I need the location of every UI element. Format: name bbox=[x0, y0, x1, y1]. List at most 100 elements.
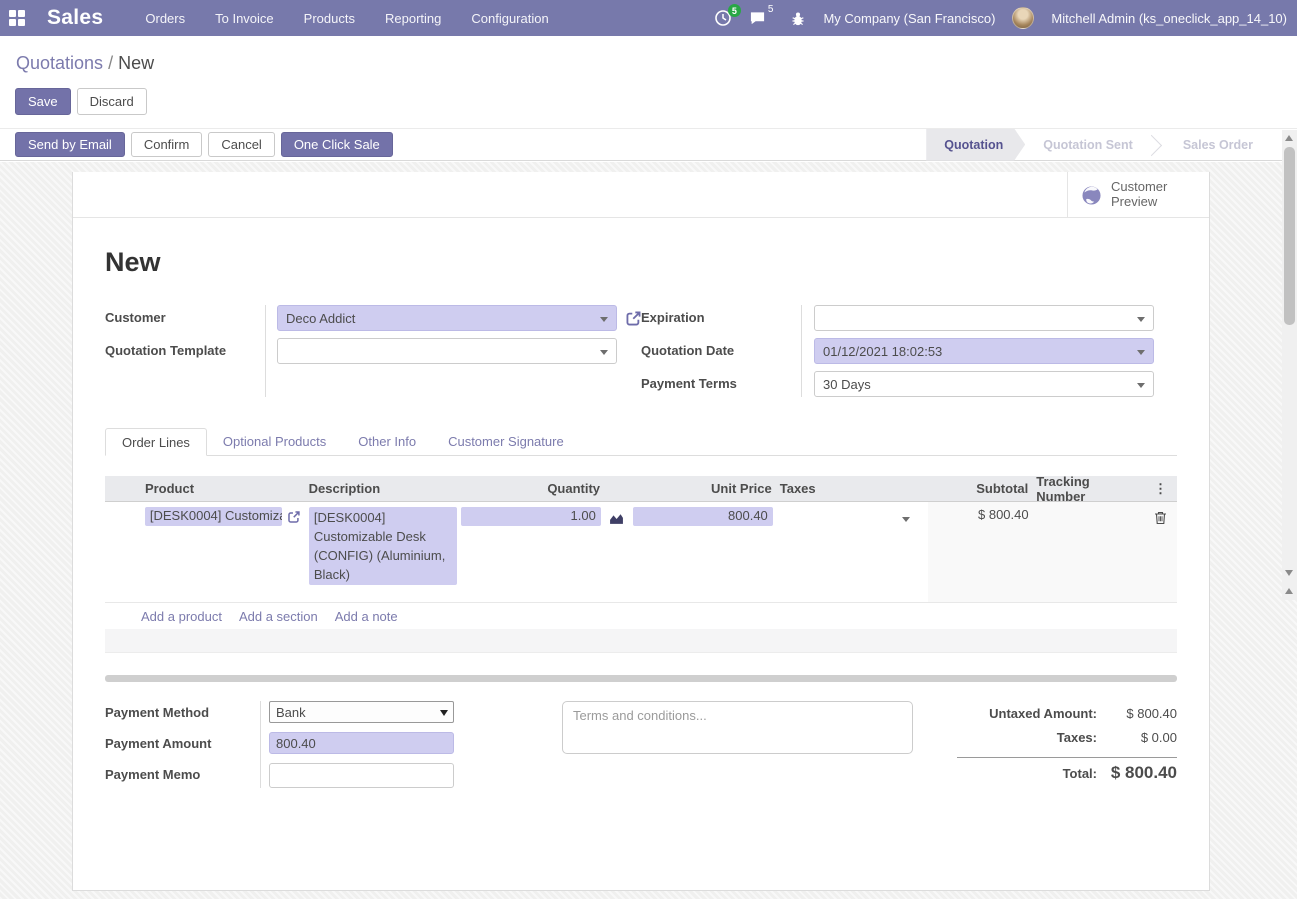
messages-icon[interactable]: 5 bbox=[749, 10, 774, 26]
notebook-tabs: Order Lines Optional Products Other Info… bbox=[105, 428, 1177, 456]
menu-orders[interactable]: Orders bbox=[145, 11, 185, 26]
add-a-note-link[interactable]: Add a note bbox=[335, 609, 398, 624]
tab-optional-products[interactable]: Optional Products bbox=[207, 428, 342, 455]
tracking-number-cell[interactable] bbox=[1033, 502, 1145, 602]
quotation-date-label: Quotation Date bbox=[641, 338, 802, 364]
customer-preview-label: Customer Preview bbox=[1111, 180, 1181, 210]
status-sales-order[interactable]: Sales Order bbox=[1165, 129, 1271, 161]
form-view-background: Customer Preview New Customer Deco Addic… bbox=[0, 162, 1297, 899]
description-cell[interactable]: [DESK0004] Customizable Desk (CONFIG) (A… bbox=[309, 507, 457, 585]
caret-down-icon bbox=[600, 317, 608, 322]
add-a-product-link[interactable]: Add a product bbox=[141, 609, 222, 624]
menu-to-invoice[interactable]: To Invoice bbox=[215, 11, 274, 26]
caret-down-icon bbox=[902, 517, 910, 522]
open-product-record-icon[interactable] bbox=[287, 510, 301, 524]
order-lines-table: Product Description Quantity Unit Price … bbox=[105, 476, 1177, 682]
expiration-label: Expiration bbox=[641, 305, 802, 331]
caret-down-icon bbox=[1137, 317, 1145, 322]
topbar: Sales Orders To Invoice Products Reporti… bbox=[0, 0, 1297, 36]
user-menu[interactable]: Mitchell Admin (ks_oneclick_app_14_10) bbox=[1051, 11, 1287, 26]
col-tracking-number[interactable]: Tracking Number bbox=[1032, 474, 1144, 504]
delete-row-icon[interactable] bbox=[1154, 511, 1167, 525]
save-button[interactable]: Save bbox=[15, 88, 71, 115]
user-avatar[interactable] bbox=[1012, 7, 1034, 29]
activity-count-badge: 5 bbox=[728, 4, 741, 17]
payment-terms-label: Payment Terms bbox=[641, 371, 802, 397]
unit-price-cell[interactable]: 800.40 bbox=[633, 507, 773, 526]
caret-down-icon bbox=[600, 350, 608, 355]
payment-method-value: Bank bbox=[276, 705, 306, 720]
forecast-chart-icon[interactable] bbox=[609, 510, 624, 525]
status-pipeline: Quotation Quotation Sent Sales Order bbox=[926, 129, 1271, 161]
company-switcher[interactable]: My Company (San Francisco) bbox=[823, 11, 995, 26]
debug-bug-icon[interactable] bbox=[790, 10, 806, 27]
customer-preview-button[interactable]: Customer Preview bbox=[1067, 172, 1209, 218]
optional-columns-icon[interactable]: ⋮ bbox=[1154, 481, 1167, 496]
one-click-sale-button[interactable]: One Click Sale bbox=[281, 132, 393, 157]
status-separator-icon bbox=[1151, 129, 1165, 161]
action-buttons-row: Send by Email Confirm Cancel One Click S… bbox=[0, 128, 1297, 161]
scroll-up-secondary-icon[interactable] bbox=[1285, 588, 1293, 594]
taxes-total-label: Taxes: bbox=[1057, 730, 1097, 745]
status-quotation[interactable]: Quotation bbox=[926, 129, 1025, 161]
empty-list-row bbox=[105, 629, 1177, 653]
scroll-up-icon[interactable] bbox=[1285, 135, 1293, 141]
payment-terms-field[interactable]: 30 Days bbox=[814, 371, 1154, 397]
activity-clock-icon[interactable]: 5 bbox=[714, 9, 732, 27]
col-subtotal[interactable]: Subtotal bbox=[927, 481, 1032, 496]
form-bottom-section: Payment Method Bank Payment Amount Payme… bbox=[105, 701, 1177, 788]
tab-customer-signature[interactable]: Customer Signature bbox=[432, 428, 580, 455]
scrollbar-thumb[interactable] bbox=[1284, 147, 1295, 325]
status-quotation-sent[interactable]: Quotation Sent bbox=[1025, 129, 1151, 161]
apps-menu-icon[interactable] bbox=[9, 10, 26, 27]
quotation-template-field[interactable] bbox=[277, 338, 617, 364]
col-product[interactable]: Product bbox=[141, 481, 305, 496]
order-lines-horizontal-scrollbar[interactable] bbox=[105, 675, 1177, 682]
payment-method-label: Payment Method bbox=[105, 701, 260, 725]
add-a-section-link[interactable]: Add a section bbox=[239, 609, 318, 624]
send-by-email-button[interactable]: Send by Email bbox=[15, 132, 125, 157]
page-scrollbar bbox=[1282, 130, 1297, 600]
col-taxes[interactable]: Taxes bbox=[776, 481, 928, 496]
quantity-cell[interactable]: 1.00 bbox=[461, 507, 601, 526]
breadcrumb-row: Quotations / New bbox=[0, 36, 1297, 86]
totals-block: Untaxed Amount: $ 800.40 Taxes: $ 0.00 T… bbox=[957, 701, 1177, 788]
taxes-cell[interactable] bbox=[781, 507, 924, 531]
untaxed-amount-value: $ 800.40 bbox=[1097, 706, 1177, 721]
cancel-button[interactable]: Cancel bbox=[208, 132, 274, 157]
breadcrumb-separator: / bbox=[103, 53, 118, 73]
quotation-date-field[interactable]: 01/12/2021 18:02:53 bbox=[814, 338, 1154, 364]
payment-memo-input[interactable] bbox=[269, 763, 454, 788]
menu-configuration[interactable]: Configuration bbox=[471, 11, 548, 26]
terms-and-conditions-textarea[interactable] bbox=[562, 701, 913, 754]
col-unit-price[interactable]: Unit Price bbox=[628, 481, 776, 496]
main-menu: Orders To Invoice Products Reporting Con… bbox=[145, 11, 548, 26]
payment-method-select[interactable]: Bank bbox=[269, 701, 454, 723]
topbar-systray: 5 5 My Company (San Francisco) Mitchell … bbox=[714, 7, 1297, 29]
payment-amount-input[interactable] bbox=[269, 732, 454, 754]
col-description[interactable]: Description bbox=[305, 481, 457, 496]
menu-products[interactable]: Products bbox=[304, 11, 355, 26]
field-group-left: Customer Deco Addict Quotation Template bbox=[105, 305, 641, 397]
quotation-template-label: Quotation Template bbox=[105, 338, 265, 364]
app-name[interactable]: Sales bbox=[47, 6, 103, 30]
menu-reporting[interactable]: Reporting bbox=[385, 11, 441, 26]
tab-other-info[interactable]: Other Info bbox=[342, 428, 432, 455]
quotation-date-value: 01/12/2021 18:02:53 bbox=[823, 344, 942, 359]
open-customer-record-icon[interactable] bbox=[625, 310, 642, 327]
expiration-field[interactable] bbox=[814, 305, 1154, 331]
tab-order-lines[interactable]: Order Lines bbox=[105, 428, 207, 456]
scroll-down-icon[interactable] bbox=[1285, 570, 1293, 576]
row-drag-handle[interactable] bbox=[105, 502, 141, 507]
confirm-button[interactable]: Confirm bbox=[131, 132, 203, 157]
col-quantity[interactable]: Quantity bbox=[456, 481, 604, 496]
field-group-right: Expiration Quotation Date 01/12/2021 18:… bbox=[641, 305, 1177, 397]
product-cell[interactable]: [DESK0004] Customizal bbox=[145, 507, 282, 526]
breadcrumb-quotations[interactable]: Quotations bbox=[16, 53, 103, 73]
taxes-total-value: $ 0.00 bbox=[1097, 730, 1177, 745]
customer-field[interactable]: Deco Addict bbox=[277, 305, 617, 331]
customer-label: Customer bbox=[105, 305, 265, 331]
payment-amount-label: Payment Amount bbox=[105, 732, 260, 756]
discard-button[interactable]: Discard bbox=[77, 88, 147, 115]
button-box-strip: Customer Preview bbox=[73, 172, 1209, 218]
